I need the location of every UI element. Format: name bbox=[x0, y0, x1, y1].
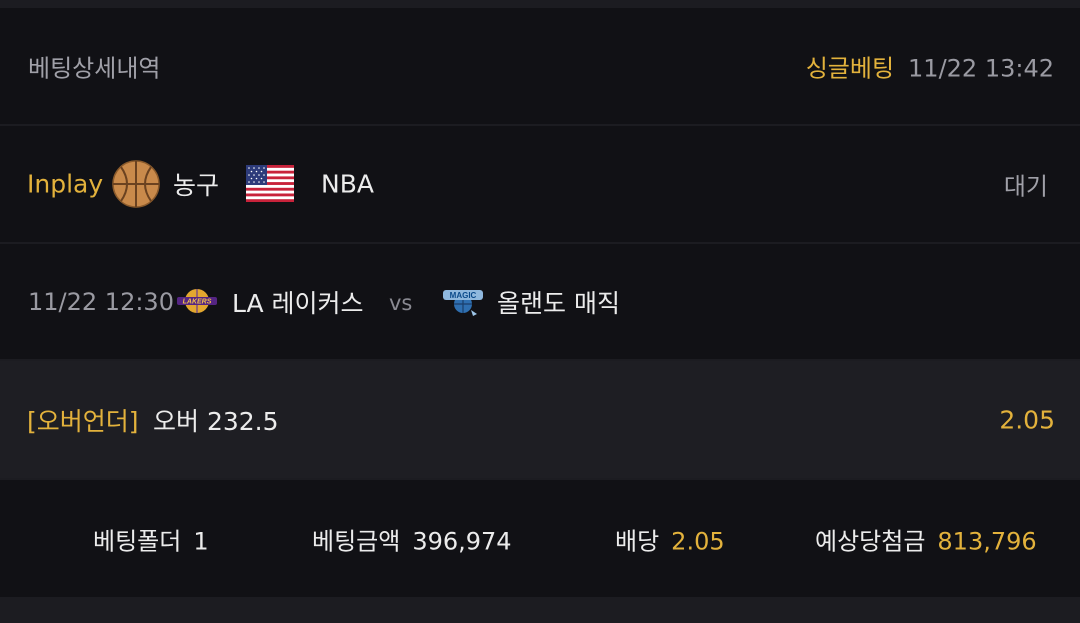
bet-summary-row: 베팅폴더 1 베팅금액 396,974 배당 2.05 예상당첨금 813,796 bbox=[0, 480, 1080, 597]
event-info-row: Inplay 농구 NBA 대기 bbox=[0, 126, 1080, 242]
folder-label: 베팅폴더 bbox=[93, 527, 182, 555]
home-team-name: LA 레이커스 bbox=[232, 288, 364, 318]
svg-text:LAKERS: LAKERS bbox=[183, 299, 212, 306]
market-type: [오버언더] bbox=[27, 406, 139, 436]
odds-value: 2.05 bbox=[671, 527, 725, 555]
bet-time: 11/22 13:42 bbox=[908, 54, 1054, 83]
amount-value: 396,974 bbox=[412, 527, 512, 555]
bottom-separator bbox=[0, 597, 1080, 623]
page-title: 베팅상세내역 bbox=[28, 54, 161, 83]
selection-odds: 2.05 bbox=[999, 405, 1055, 434]
odds-label: 배당 bbox=[615, 527, 660, 555]
bet-type-label: 싱글베팅 bbox=[805, 54, 895, 83]
bet-status: 대기 bbox=[1003, 172, 1048, 201]
sport-name: 농구 bbox=[173, 171, 220, 200]
selection-pick: 오버 232.5 bbox=[153, 406, 279, 436]
basketball-icon bbox=[112, 160, 160, 208]
magic-logo-icon: MAGIC bbox=[443, 290, 483, 316]
match-time: 11/22 12:30 bbox=[28, 287, 174, 316]
bet-amount: 베팅금액 396,974 bbox=[312, 521, 512, 556]
match-row: 11/22 12:30 LAKERS LA 레이커스 vs MAGIC 올랜도 … bbox=[0, 244, 1080, 359]
expected-payout: 예상당첨금 813,796 bbox=[815, 521, 1037, 556]
us-flag-icon bbox=[246, 165, 294, 202]
bet-detail-header: 베팅상세내역 싱글베팅 11/22 13:42 bbox=[0, 8, 1080, 124]
top-separator bbox=[0, 0, 1080, 8]
payout-label: 예상당첨금 bbox=[815, 527, 926, 555]
payout-value: 813,796 bbox=[937, 527, 1037, 555]
folder-count: 베팅폴더 1 bbox=[93, 521, 209, 556]
vs-label: vs bbox=[389, 290, 413, 315]
lakers-logo-icon: LAKERS bbox=[177, 289, 217, 313]
bet-meta: 싱글베팅 11/22 13:42 bbox=[806, 49, 1054, 84]
folder-value: 1 bbox=[193, 527, 209, 555]
inplay-badge: Inplay bbox=[27, 169, 104, 199]
svg-text:MAGIC: MAGIC bbox=[450, 291, 477, 300]
selection-row: [오버언더] 오버 232.5 2.05 bbox=[0, 361, 1080, 478]
amount-label: 베팅금액 bbox=[312, 527, 401, 555]
league-name: NBA bbox=[321, 169, 374, 199]
total-odds: 배당 2.05 bbox=[615, 521, 725, 556]
away-team-name: 올랜도 매직 bbox=[497, 288, 620, 318]
